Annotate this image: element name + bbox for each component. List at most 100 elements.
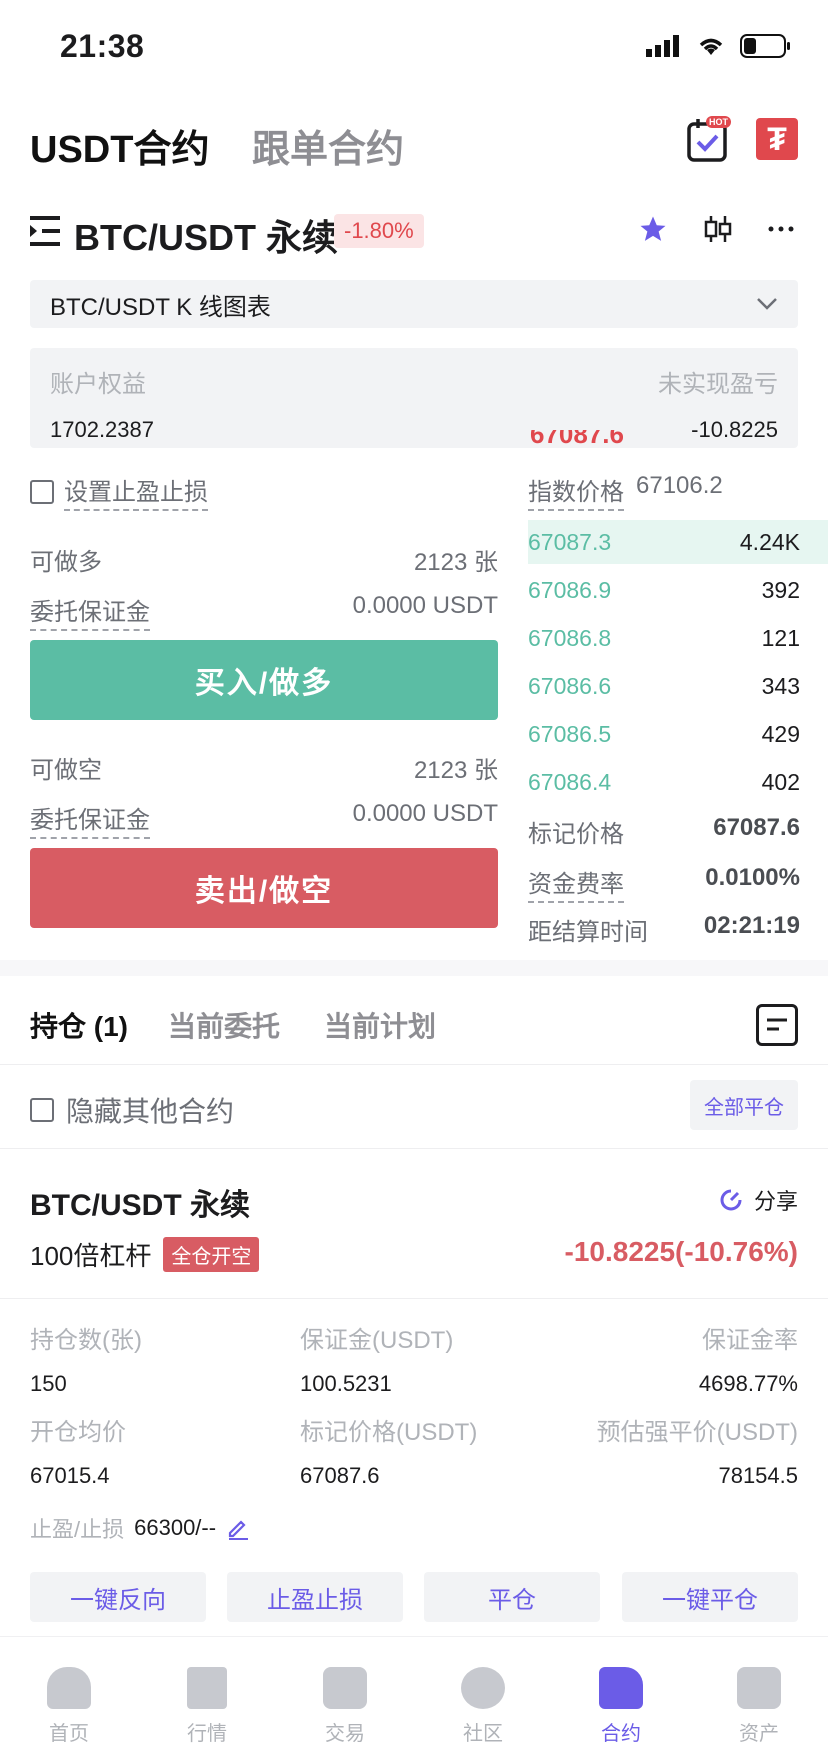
index-price-label[interactable]: 指数价格 xyxy=(528,472,624,511)
nav-label: 社区 xyxy=(463,1723,503,1745)
short-available-value: 2123 张 xyxy=(413,757,498,784)
tpsl-label: 设置止盈止损 xyxy=(64,472,208,511)
tpsl-button[interactable]: 止盈止损 xyxy=(227,1572,403,1622)
divider xyxy=(0,1298,828,1299)
short-available-row: 可做空 2123 张 xyxy=(30,750,498,785)
field-value: 150 xyxy=(30,1371,67,1396)
long-available-label: 可做多 xyxy=(30,549,102,576)
bid-qty: 429 xyxy=(761,720,800,747)
bid-price: 67087.3 xyxy=(528,528,612,555)
nav-trade[interactable]: 交易 xyxy=(285,1667,405,1762)
long-available-value: 2123 张 xyxy=(413,549,498,576)
pair-title[interactable]: BTC/USDT 永续 xyxy=(74,209,338,261)
market-icon xyxy=(187,1667,227,1709)
field-label: 标记价格(USDT) xyxy=(300,1419,478,1446)
bid-price: 67086.4 xyxy=(528,768,612,795)
field-value: 67015.4 xyxy=(30,1463,110,1488)
wallet-icon xyxy=(737,1667,781,1709)
hide-other-contracts-row[interactable]: 隐藏其他合约 xyxy=(30,1090,234,1130)
unrealized-pnl-value: -10.8225 xyxy=(691,417,778,442)
field-label: 保证金率 xyxy=(702,1327,798,1354)
orderbook-row[interactable]: 67086.8 121 xyxy=(528,616,800,660)
menu-icon[interactable] xyxy=(30,216,62,251)
edit-icon[interactable] xyxy=(226,1516,250,1540)
settlement-time-row: 距结算时间 02:21:19 xyxy=(528,912,800,947)
bid-qty: 343 xyxy=(761,672,800,699)
calendar-hot-icon[interactable]: HOT xyxy=(686,114,731,164)
position-title[interactable]: BTC/USDT 永续 xyxy=(30,1180,250,1224)
nav-market[interactable]: 行情 xyxy=(147,1667,267,1762)
share-icon xyxy=(720,1189,742,1211)
tab-plan-orders[interactable]: 当前计划 xyxy=(324,1005,436,1045)
status-icons xyxy=(646,34,792,58)
nav-community[interactable]: 社区 xyxy=(423,1667,543,1762)
tpsl-info-value: 66300/-- xyxy=(134,1515,217,1540)
contract-icon xyxy=(599,1667,643,1709)
share-label: 分享 xyxy=(754,1189,799,1214)
share-button[interactable]: 分享 xyxy=(718,1184,798,1216)
long-available-row: 可做多 2123 张 xyxy=(30,542,498,577)
funding-rate-value: 0.0100% xyxy=(705,864,800,891)
orderbook-row[interactable]: 67086.5 429 xyxy=(528,712,800,756)
reverse-position-button[interactable]: 一键反向 xyxy=(30,1572,206,1622)
buy-long-button[interactable]: 买入/做多 xyxy=(30,640,498,720)
short-margin-row: 委托保证金 0.0000 USDT xyxy=(30,800,498,839)
field-label: 持仓数(张) xyxy=(30,1327,142,1354)
orderbook-row[interactable]: 67086.4 402 xyxy=(528,760,800,804)
more-icon[interactable] xyxy=(768,214,794,249)
bid-qty: 4.24K xyxy=(739,528,800,555)
orderbook-row[interactable]: 67086.9 392 xyxy=(528,568,800,612)
sell-short-button[interactable]: 卖出/做空 xyxy=(30,848,498,928)
account-summary: 账户权益 未实现盈亏 1702.2387 -10.8225 xyxy=(30,348,798,448)
tab-open-orders[interactable]: 当前委托 xyxy=(168,1005,280,1045)
trade-icon xyxy=(323,1667,367,1709)
funding-rate-row: 资金费率 0.0100% xyxy=(528,864,800,903)
close-all-button[interactable]: 全部平仓 xyxy=(690,1080,798,1130)
orderbook-row[interactable]: 67087.3 4.24K xyxy=(528,520,828,564)
field-value: 4698.77% xyxy=(698,1371,798,1396)
close-position-button[interactable]: 平仓 xyxy=(424,1572,600,1622)
tpsl-checkbox[interactable] xyxy=(30,479,54,504)
tpsl-checkbox-row[interactable]: 设置止盈止损 xyxy=(30,472,208,511)
nav-assets[interactable]: 资产 xyxy=(699,1667,819,1762)
tab-usdt-contract[interactable]: USDT合约 xyxy=(30,118,209,173)
hide-other-checkbox[interactable] xyxy=(30,1098,54,1122)
bid-qty: 392 xyxy=(761,576,800,603)
leverage-row: 100倍杠杆 全仓开空 xyxy=(30,1236,260,1273)
nav-label: 资产 xyxy=(739,1723,779,1745)
funding-rate-label[interactable]: 资金费率 xyxy=(528,864,624,903)
short-margin-value: 0.0000 USDT xyxy=(352,800,498,827)
divider xyxy=(0,1064,828,1065)
settlement-time-value: 02:21:19 xyxy=(703,912,800,939)
position-pnl: -10.8225(-10.76%) xyxy=(564,1236,798,1267)
tab-copy-contract[interactable]: 跟单合约 xyxy=(252,118,404,173)
field-label: 预估强平价(USDT) xyxy=(596,1419,798,1446)
long-margin-value: 0.0000 USDT xyxy=(352,592,498,619)
favorite-star-icon[interactable] xyxy=(638,214,668,249)
nav-label: 首页 xyxy=(49,1723,89,1745)
home-icon xyxy=(47,1667,91,1709)
nav-contract[interactable]: 合约 xyxy=(561,1667,681,1762)
section-divider xyxy=(0,960,828,976)
nav-label: 交易 xyxy=(325,1723,365,1745)
nav-home[interactable]: 首页 xyxy=(9,1667,129,1762)
candlestick-icon[interactable] xyxy=(704,214,732,249)
tab-positions[interactable]: 持仓 (1) xyxy=(30,1005,128,1045)
short-margin-label[interactable]: 委托保证金 xyxy=(30,800,150,839)
field-value: 67087.6 xyxy=(300,1463,380,1488)
position-fields-row-2: 开仓均价 67015.4 标记价格(USDT) 67087.6 预估强平价(USDT… xyxy=(30,1412,798,1489)
kline-label: BTC/USDT K 线图表 xyxy=(50,293,271,321)
hide-other-label: 隐藏其他合约 xyxy=(66,1096,235,1127)
long-margin-label[interactable]: 委托保证金 xyxy=(30,592,150,631)
kline-chart-toggle[interactable]: BTC/USDT K 线图表 xyxy=(30,280,798,328)
order-history-icon[interactable] xyxy=(756,1004,798,1046)
unrealized-pnl-label: 未实现盈亏 xyxy=(658,371,778,398)
hot-badge: HOT xyxy=(706,116,731,128)
mark-price-label: 标记价格 xyxy=(528,821,624,848)
orderbook-row[interactable]: 67086.6 343 xyxy=(528,664,800,708)
field-value: 100.5231 xyxy=(300,1371,392,1396)
equity-label: 账户权益 xyxy=(50,371,146,398)
quick-close-button[interactable]: 一键平仓 xyxy=(622,1572,798,1622)
tether-logo-icon[interactable]: ₮ xyxy=(756,118,798,160)
mark-price-row: 标记价格 67087.6 xyxy=(528,814,800,849)
